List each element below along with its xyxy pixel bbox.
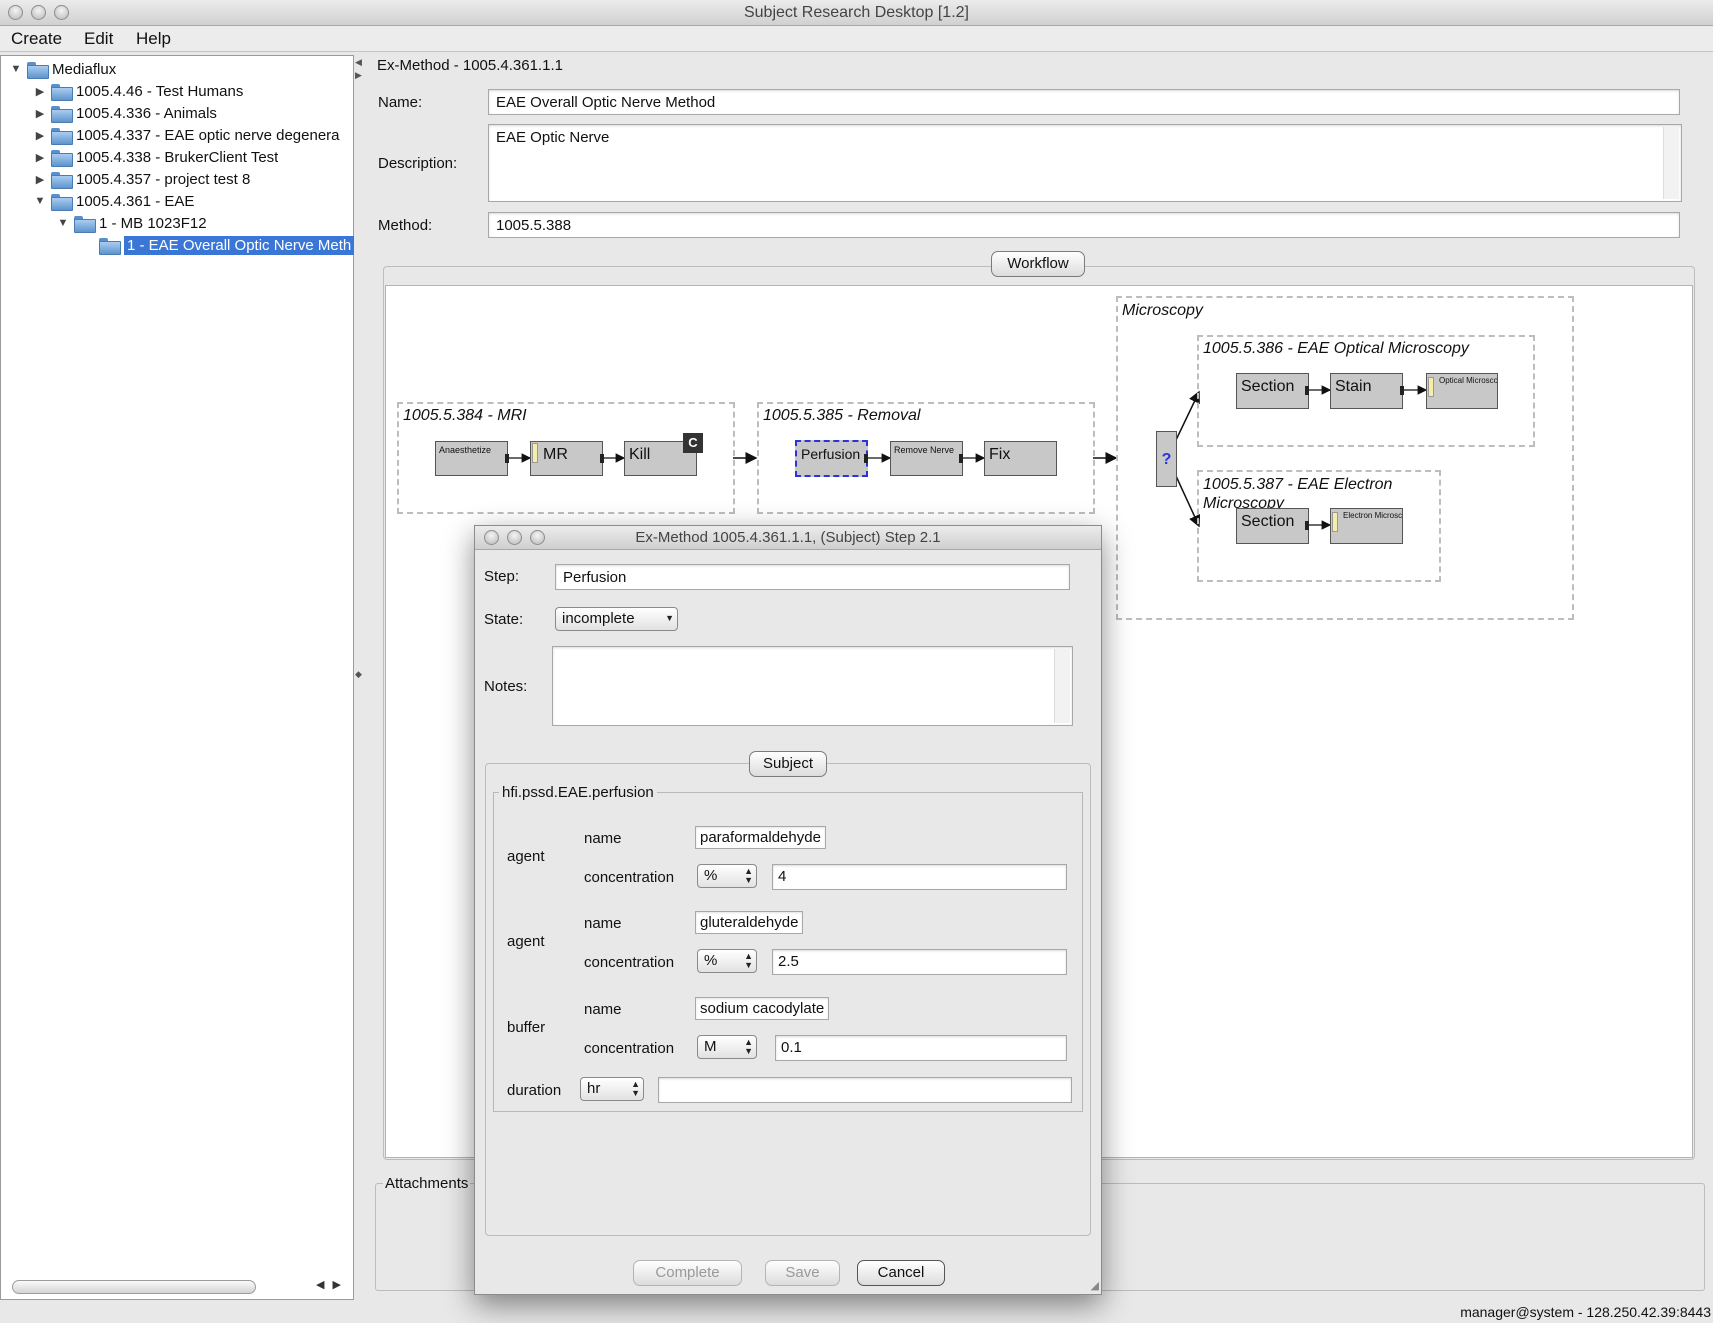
agent-name-field[interactable]: paraformaldehyde	[695, 826, 826, 849]
concentration-label: concentration	[584, 954, 675, 971]
metadata-title: hfi.pssd.EAE.perfusion	[499, 784, 657, 801]
connector-port	[600, 454, 604, 463]
connector-port	[505, 454, 509, 463]
step-section[interactable]: Section	[1236, 508, 1309, 544]
stepper-arrows-icon: ▲ ▼	[744, 866, 753, 885]
buffer-concentration-field[interactable]: 0.1	[775, 1035, 1067, 1061]
pending-marker-icon	[532, 443, 538, 463]
step-remove-nerve[interactable]: Remove Nerve	[890, 441, 963, 476]
buffer-name-field[interactable]: sodium cacodylate	[695, 997, 830, 1020]
removal-group-title: 1005.5.385 - Removal	[763, 407, 921, 424]
notes-scrollbar[interactable]	[1054, 649, 1070, 723]
buffer-label: buffer	[507, 1019, 546, 1036]
step-electron-microscopy[interactable]: Electron Microscopy	[1330, 508, 1403, 544]
notes-field[interactable]	[552, 646, 1073, 726]
agent-unit-value: %	[704, 952, 718, 969]
complete-badge-icon: C	[683, 433, 703, 453]
step-perfusion[interactable]: Perfusion	[795, 440, 868, 477]
duration-label: duration	[507, 1082, 562, 1099]
connector-port	[864, 454, 868, 463]
state-label: State:	[484, 611, 524, 628]
optical-group-title: 1005.5.386 - EAE Optical Microscopy	[1203, 340, 1469, 357]
step-anaesthetize[interactable]: Anaesthetize	[435, 441, 508, 476]
agent-label: agent	[507, 848, 545, 865]
stepper-arrows-icon: ▲ ▼	[744, 1037, 753, 1056]
agent-label: agent	[507, 933, 545, 950]
stepper-arrows-icon: ▲ ▼	[744, 951, 753, 970]
state-select[interactable]: incomplete ▼	[555, 607, 678, 631]
step-mr[interactable]: MR	[530, 441, 603, 476]
name-label: name	[584, 1001, 622, 1018]
step-stain[interactable]: Stain	[1330, 373, 1403, 409]
mri-group-title: 1005.5.384 - MRI	[403, 407, 527, 424]
name-label: name	[584, 830, 622, 847]
connector-port	[1305, 386, 1309, 395]
step-section[interactable]: Section	[1236, 373, 1309, 409]
stepper-arrows-icon: ▲ ▼	[631, 1079, 640, 1098]
state-select-value: incomplete	[562, 610, 635, 627]
microscopy-group-title: Microscopy	[1122, 302, 1203, 319]
decision-node[interactable]: ?	[1156, 431, 1177, 487]
duration-field[interactable]	[658, 1077, 1072, 1103]
pending-marker-icon	[1332, 512, 1338, 532]
resize-grip-icon[interactable]: ◢	[1091, 1279, 1099, 1292]
duration-unit-value: hr	[587, 1080, 601, 1097]
agent-concentration-field[interactable]: 4	[772, 864, 1067, 890]
step-mr-label: MR	[543, 446, 568, 463]
attachments-label: Attachments	[383, 1175, 471, 1192]
agent-unit-select[interactable]: % ▲ ▼	[697, 949, 757, 973]
complete-button[interactable]: Complete	[633, 1260, 742, 1286]
dialog-titlebar: Ex-Method 1005.4.361.1.1, (Subject) Step…	[475, 526, 1101, 550]
pending-marker-icon	[1428, 377, 1434, 397]
name-label: name	[584, 915, 622, 932]
agent-unit-value: %	[704, 867, 718, 884]
buffer-unit-value: M	[704, 1038, 717, 1055]
notes-label: Notes:	[484, 678, 528, 695]
step-label: Step:	[484, 568, 520, 585]
duration-unit-select[interactable]: hr ▲ ▼	[580, 1077, 644, 1101]
buffer-unit-select[interactable]: M ▲ ▼	[697, 1035, 757, 1059]
agent-name-field[interactable]: gluteraldehyde	[695, 911, 804, 934]
step-fix[interactable]: Fix	[984, 441, 1057, 476]
concentration-label: concentration	[584, 869, 675, 886]
save-button[interactable]: Save	[765, 1260, 840, 1286]
connector-port	[1400, 386, 1404, 395]
concentration-label: concentration	[584, 1040, 675, 1057]
agent-concentration-field[interactable]: 2.5	[772, 949, 1067, 975]
subject-button[interactable]: Subject	[749, 751, 827, 777]
agent-unit-select[interactable]: % ▲ ▼	[697, 864, 757, 888]
step-dialog: Ex-Method 1005.4.361.1.1, (Subject) Step…	[474, 525, 1102, 1295]
step-optical-microscopy[interactable]: Optical Microscopy	[1426, 373, 1498, 409]
dropdown-arrow-icon: ▼	[665, 613, 674, 623]
status-text: manager@system - 128.250.42.39:8443	[1460, 1304, 1711, 1320]
dialog-title: Ex-Method 1005.4.361.1.1, (Subject) Step…	[635, 529, 941, 546]
connector-port	[959, 454, 963, 463]
cancel-button[interactable]: Cancel	[857, 1260, 945, 1286]
connector-port	[1305, 521, 1309, 530]
step-field[interactable]: Perfusion	[555, 564, 1070, 590]
